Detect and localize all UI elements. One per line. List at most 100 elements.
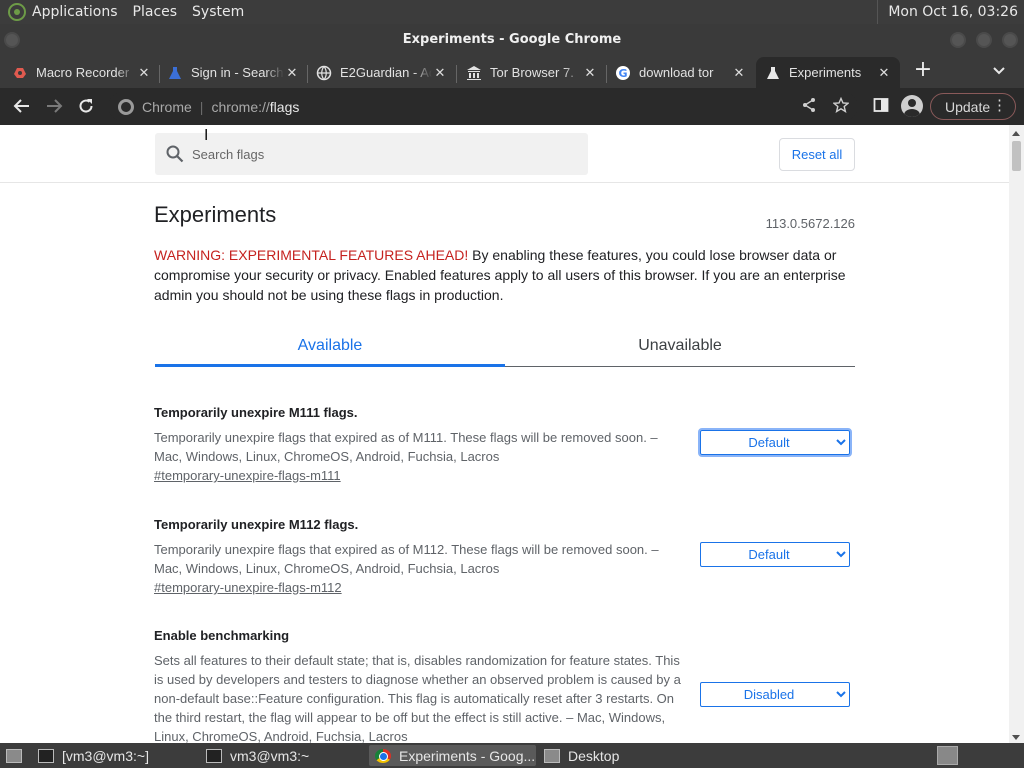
taskbar: [vm3@vm3:~] vm3@vm3:~ Experiments - Goog…	[0, 743, 1024, 768]
chrome-icon	[375, 748, 391, 763]
tab-tor-browser[interactable]: Tor Browser 7. ✕	[466, 57, 598, 88]
flags-page: Reset all Experiments 113.0.5672.126 WAR…	[0, 125, 1009, 743]
flag-select[interactable]: Default	[698, 428, 852, 457]
close-tab-icon[interactable]: ✕	[582, 65, 598, 81]
menu-applications[interactable]: Applications	[32, 4, 127, 20]
window-titlebar: Experiments - Google Chrome	[0, 24, 1024, 55]
google-icon: G	[615, 65, 631, 81]
distro-logo-icon[interactable]	[8, 3, 26, 21]
clock[interactable]: Mon Oct 16, 03:26	[877, 0, 1024, 24]
taskbar-item[interactable]: Desktop	[538, 745, 705, 766]
flag-link[interactable]: #temporary-unexpire-flags-m111	[154, 468, 341, 483]
flask-icon	[167, 65, 183, 81]
flag-item: Temporarily unexpire M112 flags. Tempora…	[154, 517, 854, 597]
close-tab-icon[interactable]: ✕	[136, 65, 152, 81]
taskbar-item[interactable]: vm3@vm3:~	[200, 745, 367, 766]
minimize-icon[interactable]	[950, 32, 966, 48]
terminal-icon	[38, 748, 54, 763]
tab-e2guardian[interactable]: E2Guardian - Access Denied ✕	[316, 57, 448, 88]
address-bar[interactable]: Chrome | chrome://flags	[108, 92, 858, 121]
menu-system[interactable]: System	[192, 4, 253, 20]
flag-item: Enable benchmarking Sets all features to…	[154, 628, 854, 743]
back-button[interactable]	[10, 94, 34, 118]
more-menu-icon[interactable]: ⋮	[992, 97, 1007, 115]
flag-name: Temporarily unexpire M111 flags.	[154, 405, 358, 420]
terminal-icon	[206, 748, 222, 763]
taskbar-item-active[interactable]: Experiments - Goog...	[369, 745, 536, 766]
tab-available[interactable]: Available	[155, 325, 505, 367]
flag-select[interactable]: Disabled	[700, 682, 850, 707]
bookmark-star-icon[interactable]	[832, 96, 850, 117]
scroll-down-icon[interactable]	[1012, 735, 1020, 740]
tab-strip: Macro Recorder ✕ Sign in - Search ✕ E2Gu…	[0, 55, 1024, 88]
chrome-page-icon[interactable]	[118, 98, 134, 115]
warning-strong: WARNING: EXPERIMENTAL FEATURES AHEAD!	[154, 247, 469, 263]
search-input[interactable]	[192, 146, 572, 162]
show-desktop-icon	[6, 748, 22, 763]
warning-message: WARNING: EXPERIMENTAL FEATURES AHEAD! By…	[154, 245, 856, 305]
svg-text:G: G	[618, 67, 627, 80]
flag-description: Temporarily unexpire flags that expired …	[154, 542, 659, 576]
tab-label: E2Guardian - Access Denied	[340, 65, 432, 80]
tab-label: Sign in - Search	[191, 65, 284, 80]
tab-experiments[interactable]: Experiments ✕	[756, 57, 900, 88]
window-close-icon[interactable]	[1002, 32, 1018, 48]
search-icon	[166, 145, 184, 163]
maximize-icon[interactable]	[976, 32, 992, 48]
tab-sign-in-search[interactable]: Sign in - Search ✕	[167, 57, 300, 88]
close-tab-icon[interactable]: ✕	[876, 65, 892, 81]
show-desktop-button[interactable]	[0, 745, 30, 766]
close-tab-icon[interactable]: ✕	[432, 65, 448, 81]
taskbar-item[interactable]: [vm3@vm3:~]	[32, 745, 197, 766]
desktop-icon	[544, 748, 560, 763]
tab-label: Experiments	[789, 65, 862, 80]
flag-description: Temporarily unexpire flags that expired …	[154, 430, 658, 464]
address-url: chrome://flags	[211, 98, 300, 115]
flag-name: Temporarily unexpire M112 flags.	[154, 517, 359, 532]
page-scrollbar[interactable]	[1009, 125, 1024, 743]
update-label: Update	[945, 98, 991, 115]
active-tab-indicator	[155, 364, 505, 367]
chrome-tray-icon[interactable]	[937, 746, 958, 765]
share-icon[interactable]	[801, 97, 817, 117]
page-title: Experiments	[154, 202, 277, 227]
reload-button[interactable]	[74, 94, 98, 118]
flag-select[interactable]: Default	[700, 542, 850, 567]
close-tab-icon[interactable]: ✕	[731, 65, 747, 81]
scroll-up-icon[interactable]	[1012, 131, 1020, 136]
flags-header: Reset all	[0, 125, 1009, 183]
macro-recorder-icon	[12, 65, 28, 81]
scrollbar-thumb[interactable]	[1012, 141, 1021, 171]
top-panel: Applications Places System Mon Oct 16, 0…	[0, 0, 1024, 24]
library-icon	[466, 65, 482, 81]
tab-label: Macro Recorder	[36, 65, 130, 80]
flag-item: Temporarily unexpire M111 flags. Tempora…	[154, 405, 854, 485]
flag-name: Enable benchmarking	[154, 628, 290, 643]
update-button[interactable]: Update ⋮	[930, 93, 1016, 120]
window-title: Experiments - Google Chrome	[402, 32, 622, 47]
flags-tabs: Available Unavailable	[155, 325, 855, 367]
search-box[interactable]	[155, 133, 588, 175]
side-panel-icon[interactable]	[873, 97, 889, 117]
text-cursor-icon: I	[204, 126, 209, 144]
new-tab-button[interactable]: +	[912, 59, 934, 82]
tab-search-chevron-icon[interactable]	[993, 64, 1005, 78]
tab-label: Tor Browser 7.	[490, 65, 574, 80]
profile-avatar-icon[interactable]	[901, 95, 923, 117]
tab-unavailable[interactable]: Unavailable	[505, 325, 855, 367]
flag-description: Sets all features to their default state…	[154, 653, 681, 743]
globe-icon	[316, 65, 332, 81]
address-origin: Chrome	[142, 98, 192, 115]
reset-all-button[interactable]: Reset all	[779, 138, 855, 171]
tab-macro-recorder[interactable]: Macro Recorder ✕	[12, 57, 152, 88]
tab-download-tor[interactable]: G download tor ✕	[615, 57, 747, 88]
flag-link[interactable]: #temporary-unexpire-flags-m112	[154, 580, 342, 595]
forward-button[interactable]	[42, 94, 66, 118]
flask-icon	[765, 65, 781, 81]
tab-label: download tor	[639, 65, 714, 80]
menu-places[interactable]: Places	[133, 4, 187, 20]
window-menu-icon[interactable]	[4, 32, 20, 48]
version-number: 113.0.5672.126	[765, 216, 855, 231]
close-tab-icon[interactable]: ✕	[284, 65, 300, 81]
browser-toolbar: Chrome | chrome://flags Update ⋮	[0, 88, 1024, 125]
